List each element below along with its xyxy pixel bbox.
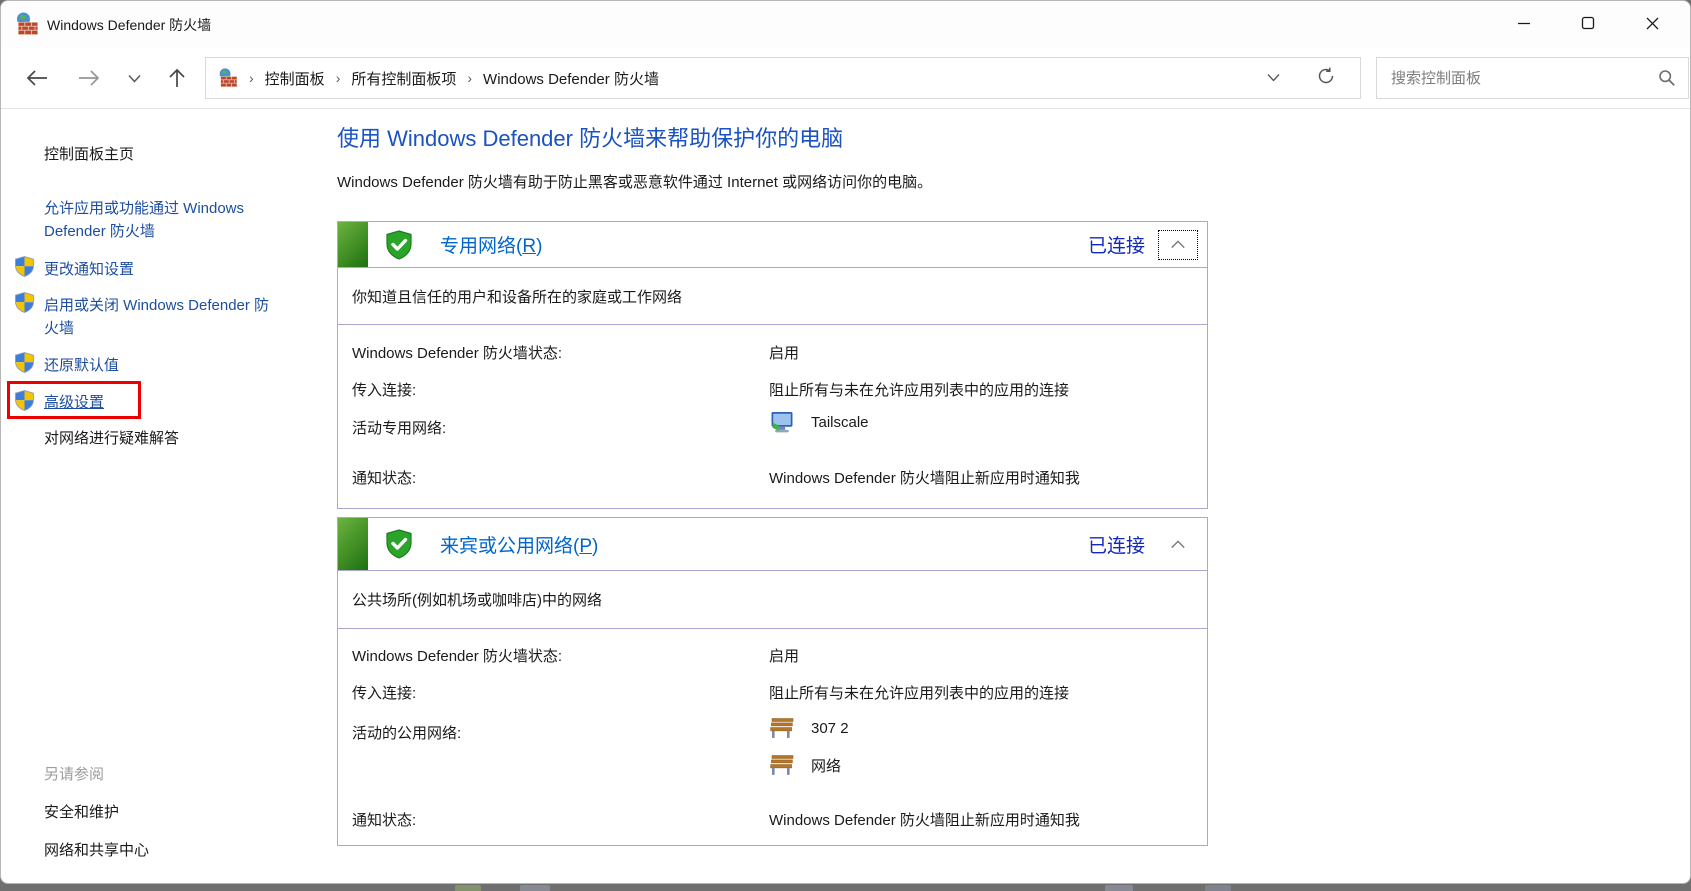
active-networks-label: 活动的公用网络: bbox=[352, 725, 462, 742]
arrow-left-icon bbox=[26, 70, 47, 86]
navigation-bar: › 控制面板 › 所有控制面板项 › Windows Defender 防火墙 bbox=[1, 47, 1690, 109]
sidebar-item-allow-apps[interactable]: 允许应用或功能通过 Windows Defender 防火墙 bbox=[44, 197, 284, 243]
public-network-details: Windows Defender 防火墙状态: 启用 传入连接: 阻止所有与未在… bbox=[338, 628, 1207, 845]
maximize-button[interactable] bbox=[1556, 1, 1620, 45]
sidebar-item-change-notifications[interactable]: 更改通知设置 bbox=[44, 258, 294, 281]
uac-shield-icon bbox=[14, 292, 35, 313]
public-network-bench-icon bbox=[770, 755, 794, 776]
arrow-up-icon bbox=[169, 68, 185, 87]
public-network-description: 公共场所(例如机场或咖啡店)中的网络 bbox=[338, 570, 1207, 628]
notification-state-label: 通知状态: bbox=[352, 470, 417, 487]
taskbar-icon-edge bbox=[1205, 885, 1231, 891]
private-network-status: 已连接 bbox=[1087, 236, 1145, 257]
sidebar-item-network-sharing-center[interactable]: 网络和共享中心 bbox=[44, 839, 294, 862]
public-network-title-link[interactable]: 来宾或公用网络(P) bbox=[440, 531, 598, 558]
sidebar-item-home[interactable]: 控制面板主页 bbox=[44, 143, 294, 166]
minimize-icon bbox=[1518, 22, 1530, 25]
address-dropdown-button[interactable] bbox=[1257, 61, 1290, 95]
active-networks-label: 活动专用网络: bbox=[352, 420, 447, 437]
firewall-state-label: Windows Defender 防火墙状态: bbox=[352, 345, 563, 362]
breadcrumb-control-panel[interactable]: 控制面板 bbox=[265, 68, 325, 89]
close-icon bbox=[1646, 17, 1658, 29]
search-box bbox=[1376, 57, 1689, 99]
public-network-bench-icon bbox=[770, 718, 794, 739]
private-network-header: 专用网络(R) 已连接 bbox=[338, 222, 1207, 267]
breadcrumb-separator: › bbox=[467, 70, 473, 86]
refresh-button[interactable] bbox=[1290, 60, 1360, 97]
recent-pages-button[interactable] bbox=[121, 47, 147, 109]
uac-shield-icon bbox=[14, 390, 35, 411]
app-window: Windows Defender 防火墙 › 控制面板 › 所有控制面板项 › … bbox=[0, 0, 1691, 884]
up-button[interactable] bbox=[159, 47, 195, 109]
private-network-collapse-button[interactable] bbox=[1158, 229, 1198, 260]
active-network-entry: Tailscale bbox=[769, 411, 869, 433]
firewall-state-value: 启用 bbox=[769, 345, 800, 362]
chevron-down-icon bbox=[1267, 74, 1280, 82]
taskbar-icon-edge bbox=[1105, 885, 1133, 891]
private-network-title-link[interactable]: 专用网络(R) bbox=[440, 231, 542, 258]
taskbar-icon-edge bbox=[520, 885, 550, 891]
taskbar-icon-edge bbox=[455, 885, 481, 891]
notification-state-value: Windows Defender 防火墙阻止新应用时通知我 bbox=[769, 470, 1080, 487]
firewall-app-icon bbox=[17, 12, 38, 35]
sidebar-item-advanced-settings[interactable]: 高级设置 bbox=[44, 391, 294, 414]
sidebar-see-also-heading: 另请参阅 bbox=[44, 766, 105, 783]
chevron-up-icon bbox=[1171, 539, 1185, 548]
sidebar-item-security-maintenance[interactable]: 安全和维护 bbox=[44, 801, 294, 824]
network-name: Tailscale bbox=[811, 413, 869, 431]
private-network-details: Windows Defender 防火墙状态: 启用 传入连接: 阻止所有与未在… bbox=[338, 324, 1207, 508]
search-icon[interactable] bbox=[1658, 69, 1676, 87]
minimize-button[interactable] bbox=[1492, 1, 1556, 45]
taskbar-edge bbox=[0, 884, 1691, 891]
incoming-connections-value: 阻止所有与未在允许应用列表中的应用的连接 bbox=[769, 382, 1070, 399]
private-network-description: 你知道且信任的用户和设备所在的家庭或工作网络 bbox=[338, 267, 1207, 324]
active-network-entry: 307 2 bbox=[769, 717, 849, 739]
breadcrumb-separator: › bbox=[335, 70, 341, 86]
public-network-header: 来宾或公用网络(P) 已连接 bbox=[338, 518, 1207, 570]
active-network-entry: 网络 bbox=[769, 754, 841, 776]
page-title: 使用 Windows Defender 防火墙来帮助保护你的电脑 bbox=[337, 126, 844, 151]
green-accent-bar bbox=[338, 222, 368, 267]
private-network-panel: 专用网络(R) 已连接 你知道且信任的用户和设备所在的家庭或工作网络 Windo… bbox=[337, 221, 1208, 509]
forward-button[interactable] bbox=[71, 47, 107, 109]
network-name: 网络 bbox=[811, 757, 842, 775]
network-monitor-icon bbox=[771, 412, 793, 433]
firewall-state-label: Windows Defender 防火墙状态: bbox=[352, 648, 563, 665]
sidebar-item-restore-defaults[interactable]: 还原默认值 bbox=[44, 354, 294, 377]
chevron-down-icon bbox=[127, 74, 141, 83]
public-network-panel: 来宾或公用网络(P) 已连接 公共场所(例如机场或咖啡店)中的网络 Window… bbox=[337, 517, 1208, 846]
incoming-connections-label: 传入连接: bbox=[352, 685, 417, 702]
page-description: Windows Defender 防火墙有助于防止黑客或恶意软件通过 Inter… bbox=[337, 174, 933, 191]
arrow-right-icon bbox=[79, 70, 100, 86]
uac-shield-icon bbox=[14, 352, 35, 373]
chevron-up-icon bbox=[1171, 240, 1185, 249]
green-accent-bar bbox=[338, 518, 368, 570]
address-bar[interactable]: › 控制面板 › 所有控制面板项 › Windows Defender 防火墙 bbox=[205, 57, 1361, 99]
breadcrumb-all-items[interactable]: 所有控制面板项 bbox=[351, 68, 456, 89]
sidebar-item-turn-on-off[interactable]: 启用或关闭 Windows Defender 防火墙 bbox=[44, 294, 284, 340]
incoming-connections-value: 阻止所有与未在允许应用列表中的应用的连接 bbox=[769, 685, 1070, 702]
breadcrumb-defender-firewall[interactable]: Windows Defender 防火墙 bbox=[483, 68, 659, 89]
maximize-icon bbox=[1581, 16, 1595, 30]
sidebar-item-troubleshoot[interactable]: 对网络进行疑难解答 bbox=[44, 427, 294, 450]
title-bar: Windows Defender 防火墙 bbox=[1, 1, 1690, 47]
breadcrumb-separator: › bbox=[249, 70, 254, 86]
window-title: Windows Defender 防火墙 bbox=[47, 17, 212, 33]
back-button[interactable] bbox=[19, 47, 55, 109]
public-network-collapse-button[interactable] bbox=[1159, 530, 1197, 558]
search-input[interactable] bbox=[1377, 58, 1658, 98]
firewall-state-value: 启用 bbox=[769, 648, 800, 665]
incoming-connections-label: 传入连接: bbox=[352, 382, 417, 399]
green-shield-check-icon bbox=[385, 229, 413, 260]
close-button[interactable] bbox=[1620, 1, 1684, 45]
notification-state-label: 通知状态: bbox=[352, 812, 417, 829]
network-name: 307 2 bbox=[811, 719, 849, 737]
notification-state-value: Windows Defender 防火墙阻止新应用时通知我 bbox=[769, 812, 1080, 829]
public-network-status: 已连接 bbox=[1087, 535, 1145, 557]
refresh-icon bbox=[1318, 67, 1334, 83]
green-shield-check-icon bbox=[385, 529, 413, 559]
firewall-breadcrumb-icon bbox=[219, 68, 238, 88]
uac-shield-icon bbox=[14, 256, 35, 277]
